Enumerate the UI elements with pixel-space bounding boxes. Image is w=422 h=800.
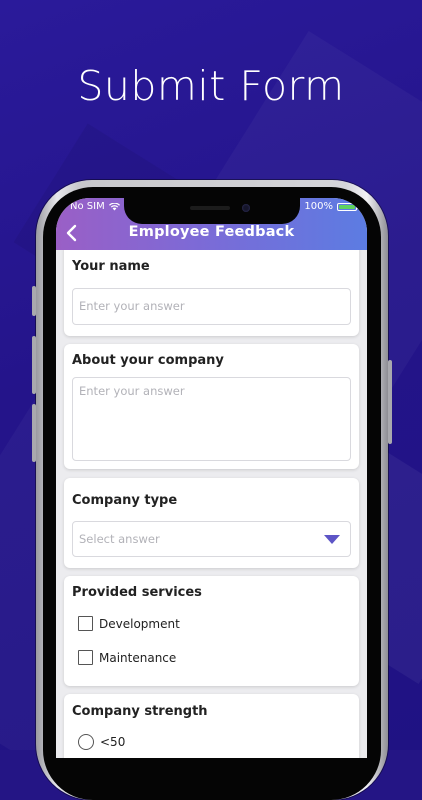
checkbox[interactable] — [78, 616, 93, 631]
your-name-input[interactable]: Enter your answer — [72, 288, 351, 325]
company-type-placeholder: Select answer — [79, 532, 160, 546]
phone-volume-down — [32, 404, 36, 462]
about-company-card: About your company Enter your answer — [64, 344, 359, 469]
front-camera-icon — [242, 204, 250, 212]
phone-notch — [124, 198, 300, 224]
about-company-placeholder: Enter your answer — [79, 384, 185, 398]
phone-screen: No SIM 100% Employee Feedback Your name — [56, 198, 367, 758]
phone-mute-switch — [32, 286, 36, 316]
strength-option-lt50[interactable]: <50 — [78, 734, 125, 750]
service-option-label: Maintenance — [99, 650, 177, 665]
radio-button[interactable] — [78, 734, 94, 750]
carrier-label: No SIM — [70, 201, 105, 212]
company-type-label: Company type — [72, 493, 178, 508]
your-name-card: Your name Enter your answer — [64, 244, 359, 336]
service-option-development[interactable]: Development — [78, 616, 180, 631]
about-company-label: About your company — [72, 353, 224, 368]
form-content: Your name Enter your answer About your c… — [56, 244, 367, 758]
service-option-maintenance[interactable]: Maintenance — [78, 650, 176, 665]
your-name-label: Your name — [72, 259, 150, 274]
wifi-icon — [108, 202, 120, 211]
provided-services-card: Provided services Development Maintenanc… — [64, 576, 359, 686]
dropdown-arrow-icon — [324, 535, 340, 544]
company-type-card: Company type Select answer — [64, 478, 359, 568]
company-strength-label: Company strength — [72, 704, 208, 719]
page-title: Employee Feedback — [128, 224, 295, 240]
battery-icon — [337, 202, 359, 211]
company-strength-card: Company strength <50 — [64, 694, 359, 758]
your-name-placeholder: Enter your answer — [79, 299, 185, 313]
service-option-label: Development — [99, 616, 180, 631]
phone-volume-up — [32, 336, 36, 394]
company-type-select[interactable]: Select answer — [72, 521, 351, 557]
battery-percent: 100% — [304, 201, 333, 212]
phone-power-button — [388, 360, 392, 444]
about-company-textarea[interactable]: Enter your answer — [72, 377, 351, 461]
checkbox[interactable] — [78, 650, 93, 665]
promo-headline: Submit Form — [77, 62, 345, 110]
provided-services-label: Provided services — [72, 585, 202, 600]
strength-option-label: <50 — [100, 735, 126, 749]
